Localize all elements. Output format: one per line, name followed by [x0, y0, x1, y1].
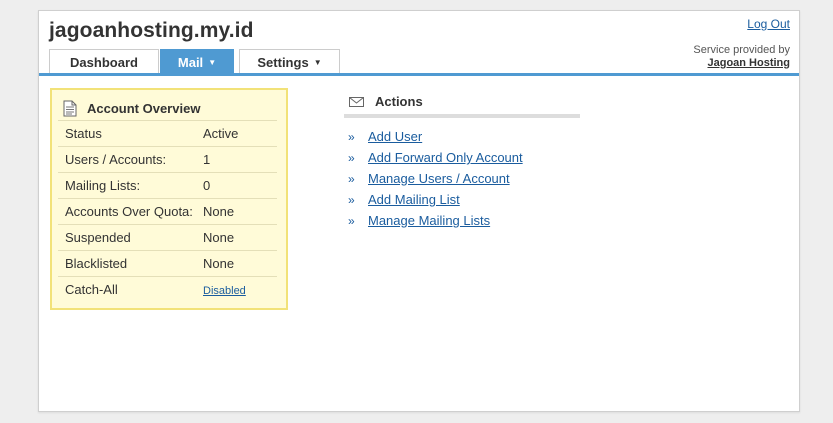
row-label: Blacklisted	[65, 256, 128, 271]
overview-row-suspended: Suspended None	[58, 224, 277, 250]
caret-down-icon: ▼	[313, 57, 322, 67]
actions-section: Actions » Add User » Add Forward Only Ac…	[344, 91, 580, 231]
tab-settings[interactable]: Settings ▼	[239, 49, 340, 74]
envelope-icon	[349, 96, 364, 107]
row-value: 0	[203, 178, 211, 193]
account-overview-box: Account Overview Status Active Users / A…	[50, 88, 288, 310]
bullet: »	[348, 192, 355, 207]
row-label: Status	[65, 126, 102, 141]
row-label: Users / Accounts:	[65, 152, 167, 167]
document-icon	[63, 100, 77, 117]
bullet: »	[348, 171, 355, 186]
action-item: » Add User	[344, 126, 580, 147]
actions-header: Actions	[344, 91, 580, 112]
tab-label: Mail	[177, 55, 204, 70]
manage-mailing-lists-link[interactable]: Manage Mailing Lists	[368, 213, 490, 228]
account-overview-header: Account Overview	[63, 100, 200, 117]
add-user-link[interactable]: Add User	[368, 129, 422, 144]
add-mailing-list-link[interactable]: Add Mailing List	[368, 192, 460, 207]
tab-label: Dashboard	[70, 54, 138, 70]
action-item: » Add Forward Only Account	[344, 147, 580, 168]
overview-row-over-quota: Accounts Over Quota: None	[58, 198, 277, 224]
main-panel: jagoanhosting.my.id Log Out Service prov…	[38, 10, 800, 412]
site-title: jagoanhosting.my.id	[49, 19, 254, 42]
row-label: Mailing Lists:	[65, 178, 141, 193]
action-item: » Manage Users / Account	[344, 168, 580, 189]
action-item: » Manage Mailing Lists	[344, 210, 580, 231]
overview-table: Status Active Users / Accounts: 1 Mailin…	[58, 120, 277, 302]
row-label: Accounts Over Quota:	[65, 204, 193, 219]
actions-divider	[344, 114, 580, 118]
bullet: »	[348, 129, 355, 144]
overview-row-users: Users / Accounts: 1	[58, 146, 277, 172]
overview-row-catch-all: Catch-All Disabled	[58, 276, 277, 302]
manage-users-link[interactable]: Manage Users / Account	[368, 171, 510, 186]
row-label: Catch-All	[65, 282, 118, 297]
header-divider	[39, 73, 799, 76]
provider-link[interactable]: Jagoan Hosting	[693, 57, 790, 70]
action-item: » Add Mailing List	[344, 189, 580, 210]
provided-by-label: Service provided by	[693, 44, 790, 56]
overview-row-status: Status Active	[58, 120, 277, 146]
caret-down-icon: ▼	[208, 58, 217, 67]
service-provider-info: Service provided by Jagoan Hosting	[693, 44, 790, 70]
row-value: None	[203, 204, 235, 219]
account-overview-title: Account Overview	[87, 101, 201, 116]
bullet: »	[348, 150, 355, 165]
overview-row-blacklisted: Blacklisted None	[58, 250, 277, 276]
row-value: Active	[203, 126, 239, 141]
tab-dashboard[interactable]: Dashboard	[49, 49, 159, 74]
catch-all-link[interactable]: Disabled	[203, 285, 246, 297]
tab-label: Settings	[257, 54, 309, 70]
bullet: »	[348, 213, 355, 228]
row-value: None	[203, 256, 235, 271]
add-forward-only-account-link[interactable]: Add Forward Only Account	[368, 150, 523, 165]
row-label: Suspended	[65, 230, 131, 245]
row-value: 1	[203, 152, 211, 167]
actions-title: Actions	[375, 94, 423, 109]
overview-row-mailing-lists: Mailing Lists: 0	[58, 172, 277, 198]
logout-link[interactable]: Log Out	[747, 17, 790, 31]
row-value: None	[203, 230, 235, 245]
tab-mail[interactable]: Mail ▼	[160, 49, 234, 75]
actions-list: » Add User » Add Forward Only Account » …	[344, 126, 580, 231]
